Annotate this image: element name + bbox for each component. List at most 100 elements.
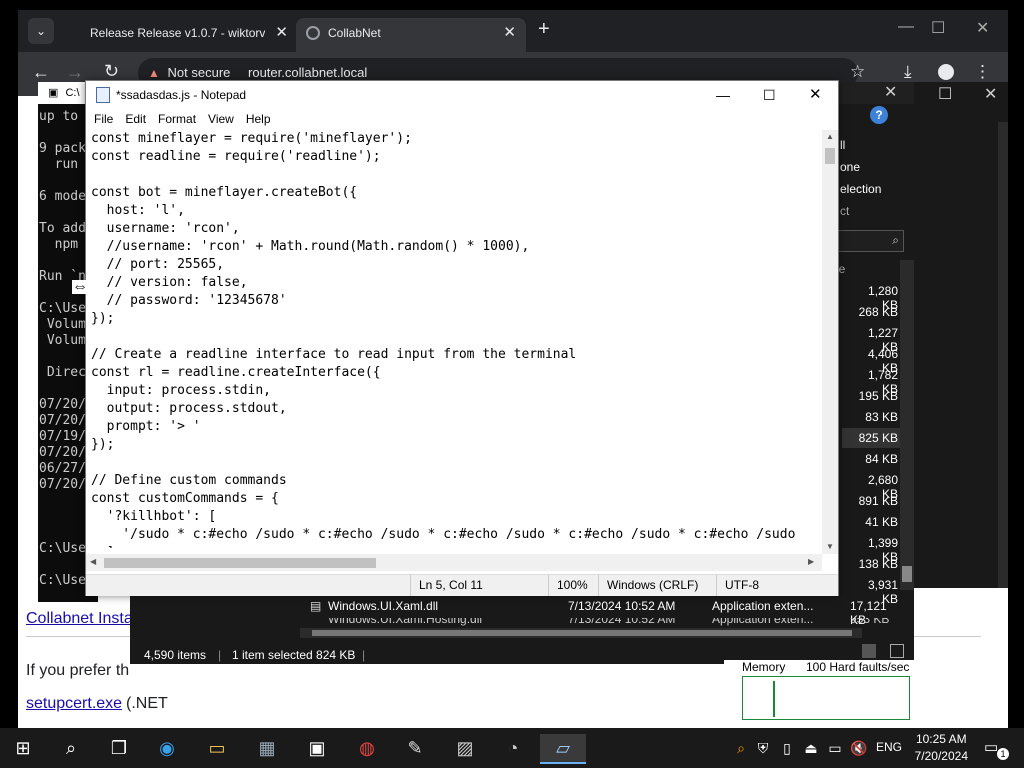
details-view-icon[interactable] [862, 644, 876, 658]
file-name: Windows.UI.Xaml.dll [328, 599, 439, 613]
horizontal-scrollbar[interactable] [300, 628, 862, 638]
notification-count: 1 [997, 748, 1009, 760]
chrome-icon[interactable]: ◍ [352, 734, 382, 762]
search-icon: ⌕ [892, 233, 899, 247]
console-line: 07/19/ [39, 429, 86, 444]
scrollbar-thumb[interactable] [312, 630, 852, 636]
close-window-icon[interactable]: ✕ [976, 18, 989, 38]
code-line: const customCommands = { [91, 491, 279, 506]
console-line: Volum [39, 317, 86, 332]
console-line: C:\Use [39, 573, 86, 588]
download-icon[interactable]: ⤓ [904, 62, 912, 82]
close-button[interactable]: ✕ [809, 81, 822, 109]
close-icon[interactable]: ✕ [503, 18, 516, 48]
url-text: router.collabnet.local [248, 65, 368, 80]
minimize-icon[interactable]: — [898, 18, 914, 36]
menu-edit[interactable]: Edit [125, 112, 146, 126]
file-size: 195 KB [858, 389, 898, 403]
explorer-window-edge: ☐ ✕ [914, 82, 1008, 588]
file-size: 825 KB [858, 431, 898, 445]
ribbon-item[interactable]: election [840, 182, 881, 196]
file-type: Application exten... [712, 618, 814, 626]
tiles-view-icon[interactable] [890, 644, 904, 658]
menu-format[interactable]: Format [158, 112, 196, 126]
profile-icon[interactable] [938, 64, 954, 80]
console-line: run [39, 157, 79, 172]
command-prompt-icon[interactable]: ▣ [302, 734, 332, 762]
tab-release[interactable]: Release Release v1.0.7 - wiktorv ✕ [78, 18, 298, 52]
maximize-button[interactable]: ☐ [763, 81, 776, 109]
reload-icon[interactable]: ↻ [104, 61, 119, 82]
star-icon[interactable]: ☆ [850, 62, 865, 82]
clock[interactable]: 10:25 AM 7/20/2024 [915, 731, 968, 765]
scrollbar[interactable] [998, 122, 1008, 588]
status-divider: | [218, 648, 222, 662]
maximize-icon[interactable]: ☐ [938, 84, 952, 104]
file-row-selected[interactable]: ▤ Windows.UI.Xaml.dll 7/13/2024 10:52 AM… [290, 596, 890, 627]
volume-muted-icon[interactable]: 🔇 [844, 734, 874, 762]
installer-icon[interactable]: ▨ [450, 734, 480, 762]
scroll-left-icon[interactable]: ◀ [90, 557, 96, 566]
console-line: 07/20/ [39, 445, 86, 460]
tab-search-button[interactable]: ⌄ [28, 18, 54, 44]
edge-icon[interactable]: ◉ [152, 734, 182, 762]
console-title: C:\ [65, 87, 80, 99]
task-manager-window: Memory 100 Hard faults/sec [724, 660, 922, 720]
vertical-scrollbar[interactable]: ▲ ▼ [822, 130, 838, 554]
file-explorer-icon[interactable]: ▭ [202, 734, 232, 762]
horizontal-scrollbar[interactable]: ◀ ▶ [86, 554, 822, 571]
search-box[interactable]: ⌕ [838, 230, 904, 252]
ribbon-item[interactable]: one [840, 160, 860, 174]
forward-icon[interactable]: → [66, 62, 84, 83]
setupcert-link[interactable]: setupcert.exe [26, 695, 122, 713]
search-icon[interactable]: ⌕ [56, 734, 86, 762]
close-icon[interactable]: ✕ [275, 18, 288, 48]
collabnet-installer-link[interactable]: Collabnet Insta [26, 610, 133, 628]
code-line: }); [91, 437, 115, 452]
explorer-scrollbar[interactable] [900, 260, 914, 590]
paint-icon[interactable]: ✎ [400, 734, 430, 762]
help-icon[interactable]: ? [870, 106, 888, 124]
code-line: const mineflayer = require('mineflayer')… [91, 131, 412, 146]
code-line: const bot = mineflayer.createBot({ [91, 185, 358, 200]
scroll-right-icon[interactable]: ▶ [808, 557, 814, 566]
scrollbar-thumb[interactable] [902, 566, 912, 582]
line-ending: Windows (CRLF) [598, 575, 698, 596]
notepad-taskbar-icon[interactable]: ▱ [540, 734, 586, 764]
notepad-text-area[interactable]: const mineflayer = require('mineflayer')… [86, 130, 821, 548]
net-text: (.NET [126, 695, 168, 712]
maximize-icon[interactable]: ☐ [931, 18, 945, 38]
language-indicator[interactable]: ENG [876, 740, 902, 754]
back-icon[interactable]: ← [32, 62, 50, 83]
scrollbar-thumb[interactable] [825, 148, 835, 164]
dll-file-icon: ▤ [310, 599, 322, 613]
globe-icon [306, 26, 320, 40]
scrollbar-thumb[interactable] [104, 558, 376, 568]
close-icon[interactable]: ✕ [984, 84, 997, 104]
control-panel-icon[interactable]: ▦ [252, 734, 282, 762]
notepad-title-bar: *ssadasdas.js - Notepad — ☐ ✕ [86, 81, 838, 109]
menu-help[interactable]: Help [246, 112, 271, 126]
speedometer-icon[interactable]: ◔ [498, 734, 528, 762]
menu-icon[interactable]: ⋮ [974, 62, 991, 82]
code-line: // Define custom commands [91, 473, 287, 488]
file-row[interactable]: Windows.UI.Xaml.Hosting.dll 7/13/2024 10… [290, 618, 890, 628]
scroll-up-icon[interactable]: ▲ [826, 132, 834, 141]
status-items-count: 4,590 items [144, 648, 207, 662]
windows-start-icon[interactable]: ⊞ [8, 734, 38, 762]
menu-view[interactable]: View [208, 112, 234, 126]
new-tab-button[interactable]: + [538, 18, 550, 41]
code-line: //username: 'rcon' + Math.round(Math.ran… [91, 239, 530, 254]
code-line: host: 'l', [91, 203, 185, 218]
code-line: output: process.stdout, [91, 401, 287, 416]
explorer-title-strip: ✕ [838, 82, 914, 104]
ribbon-item[interactable]: ll [840, 138, 845, 152]
scroll-down-icon[interactable]: ▼ [826, 542, 834, 551]
cursor-position: Ln 5, Col 11 [410, 575, 483, 596]
tab-collabnet[interactable]: CollabNet ✕ [296, 18, 526, 52]
close-icon[interactable]: ✕ [884, 82, 897, 102]
ribbon-item[interactable]: ct [840, 204, 849, 218]
menu-file[interactable]: File [94, 112, 113, 126]
task-view-icon[interactable]: ❐ [104, 734, 134, 762]
minimize-button[interactable]: — [716, 81, 730, 109]
